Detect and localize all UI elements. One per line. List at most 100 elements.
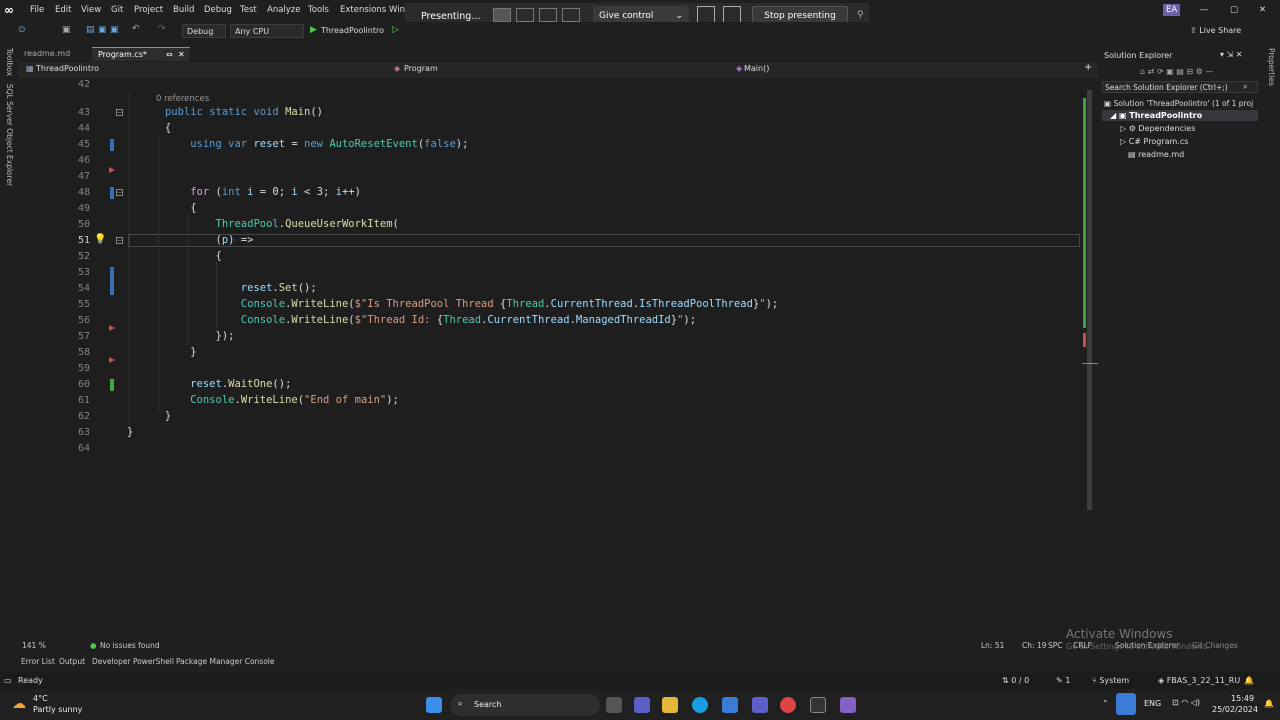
toolbox-tab[interactable]: Toolbox [5,48,14,76]
menu-file[interactable]: File [30,5,44,15]
tray-overflow-icon[interactable]: ⌃ [1102,699,1109,708]
temperature[interactable]: 4°C [33,694,48,703]
panel-options-icon[interactable]: ▾ ⇲ ✕ [1220,50,1243,59]
tab-error-list[interactable]: Error List [21,657,55,666]
start-icon[interactable]: ▶ [310,25,317,35]
fold-toggle-icon[interactable]: − [116,109,123,116]
close-icon[interactable]: ✕ [1259,5,1266,15]
tab-program-cs[interactable]: Program.cs* ⇔ ✕ [92,47,190,61]
network-icon[interactable]: ⊡ ◠ ◁) [1172,698,1200,707]
line-indicator[interactable]: Ln: 51 [981,641,1004,650]
code-line[interactable]: } [127,346,196,358]
solution-toolbar-icons[interactable]: ⌂ ⇄ ⟳ ▣ ▤ ⊟ ⚙ — [1140,67,1213,76]
maximize-icon[interactable]: ▢ [1230,5,1238,15]
code-line[interactable]: public static void Main() [127,106,323,118]
issues-label[interactable]: No issues found [100,641,160,650]
edge-icon[interactable] [692,697,708,713]
weather-icon[interactable]: ☁ [12,696,26,712]
menu-git[interactable]: Git [111,5,123,15]
menu-test[interactable]: Test [240,5,257,15]
teams-icon[interactable] [634,697,650,713]
codelens-references[interactable]: 0 references [156,94,209,104]
configuration-dropdown[interactable]: Debug [182,24,226,38]
language-indicator[interactable]: ENG [1144,699,1161,708]
tree-project-selected[interactable]: ◢ ▣ ThreadPoolintro [1102,110,1258,121]
tab-developer-powershell[interactable]: Developer PowerShell [92,657,174,666]
code-line[interactable]: Console.WriteLine($"Thread Id: {Thread.C… [127,314,696,326]
repo-selector[interactable]: ◈ FBAS_3_22_11_RU [1158,676,1240,685]
pending-edits[interactable]: ✎ 1 [1056,676,1070,685]
code-line[interactable]: (p) => [127,234,254,246]
code-line[interactable]: for (int i = 0; i < 3; i++) [127,186,361,198]
pin-tab-icon[interactable]: ⇔ [166,48,173,62]
tab-package-manager-console[interactable]: Package Manager Console [176,657,275,666]
menu-tools[interactable]: Tools [308,5,329,15]
menu-project[interactable]: Project [134,5,163,15]
task-view-icon[interactable] [606,697,622,713]
zoom-level[interactable]: 141 % [22,641,46,650]
menu-analyze[interactable]: Analyze [267,5,301,15]
share-layout-icon[interactable] [562,8,580,22]
branch-selector[interactable]: ⑂ System [1092,676,1129,685]
code-line[interactable]: ThreadPool.QueueUserWorkItem( [127,218,399,230]
start-without-debug-icon[interactable]: ▷ [392,25,399,35]
save-icon[interactable]: ▣ [98,25,107,35]
pin-icon[interactable]: ⚲ [857,10,864,20]
code-line[interactable]: { [127,250,222,262]
menu-extensions[interactable]: Extensions [340,5,386,15]
code-line[interactable]: Console.WriteLine("End of main"); [127,394,399,406]
fold-toggle-icon[interactable]: − [116,189,123,196]
menu-debug[interactable]: Debug [204,5,232,15]
new-project-icon[interactable]: ▣ [62,25,71,35]
live-share-button[interactable]: ⇪ Live Share [1190,26,1241,35]
menu-build[interactable]: Build [173,5,194,15]
code-line[interactable]: }); [127,330,235,342]
teams-work-icon[interactable] [752,697,768,713]
git-counts[interactable]: ⇅ 0 / 0 [1002,676,1029,685]
code-line[interactable]: } [127,410,171,422]
user-avatar[interactable]: EA [1163,4,1181,16]
code-line[interactable]: Console.WriteLine($"Is ThreadPool Thread… [127,298,778,310]
code-line[interactable]: reset.Set(); [127,282,317,294]
project-dropdown[interactable]: ThreadPoolintro [36,64,99,73]
platform-dropdown[interactable]: Any CPU [230,24,304,38]
code-line[interactable]: using var reset = new AutoResetEvent(fal… [127,138,468,150]
menu-edit[interactable]: Edit [55,5,71,15]
terminal-icon[interactable] [810,697,826,713]
share-window-icon[interactable] [516,8,534,22]
minimize-icon[interactable]: — [1200,5,1209,15]
weather-description[interactable]: Partly sunny [33,705,82,714]
fold-toggle-icon[interactable]: − [116,237,123,244]
tree-dependencies[interactable]: ▷ ⚙ Dependencies [1120,124,1195,133]
notifications-icon[interactable]: 🔔 [1244,676,1254,685]
scrollbar-thumb[interactable] [1087,90,1092,510]
editor-scrollbar[interactable] [1082,78,1098,638]
clock-time[interactable]: 15:49 [1231,694,1254,703]
tab-readme[interactable]: readme.md [18,47,102,61]
microphone-icon[interactable] [1116,693,1136,715]
share-screen-icon[interactable] [493,8,511,22]
code-line[interactable]: reset.WaitOne(); [127,378,291,390]
sql-server-explorer-tab[interactable]: SQL Server Object Explorer [5,84,14,186]
code-line[interactable]: } [127,426,133,438]
close-tab-icon[interactable]: ✕ [178,48,185,62]
menu-view[interactable]: View [81,5,101,15]
tree-program-cs[interactable]: ▷ C# Program.cs [1120,137,1188,146]
start-debug-target[interactable]: ThreadPoolintro [321,26,384,35]
clock-date[interactable]: 25/02/2024 [1212,705,1258,714]
chrome-icon[interactable] [780,697,796,713]
class-dropdown[interactable]: Program [404,64,438,73]
whitespace-indicator[interactable]: SPC [1048,641,1063,650]
column-indicator[interactable]: Ch: 19 [1022,641,1046,650]
properties-tab[interactable]: Properties [1267,48,1276,86]
back-icon[interactable]: ⊙ [18,25,26,35]
save-all-icon[interactable]: ▣ [110,25,119,35]
code-line[interactable]: { [127,122,171,134]
redo-icon[interactable]: ↷ [158,24,166,34]
visual-studio-taskbar-icon[interactable] [840,697,856,713]
tree-solution[interactable]: ▣ Solution 'ThreadPoolintro' (1 of 1 pro… [1104,99,1253,108]
code-editor[interactable] [36,78,1082,638]
solution-search-input[interactable]: Search Solution Explorer (Ctrl+;) ⌕ [1102,81,1258,93]
lightbulb-icon[interactable]: 💡 [94,234,106,245]
share-region-icon[interactable] [539,8,557,22]
